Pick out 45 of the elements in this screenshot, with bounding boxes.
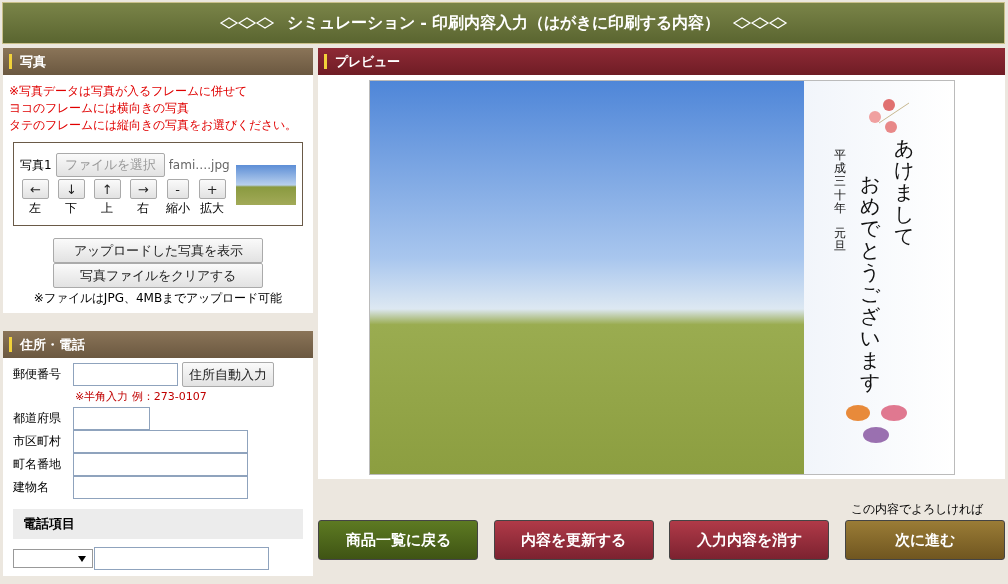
- move-caption: 拡大: [200, 200, 225, 217]
- section-title: プレビュー: [335, 52, 400, 71]
- date-text: 元旦: [833, 226, 846, 254]
- field-label: 建物名: [13, 479, 50, 496]
- section-title: 電話項目: [23, 516, 75, 531]
- address-field[interactable]: [73, 430, 248, 453]
- section-title: 住所・電話: [20, 335, 85, 354]
- upload-note: ※ファイルはJPG、4MBまでアップロード可能: [33, 290, 283, 307]
- ornament-icon: [732, 17, 789, 29]
- auto-address-button[interactable]: 住所自動入力: [182, 362, 274, 387]
- move-caption: 左: [29, 200, 42, 217]
- ornament-icon: [218, 17, 275, 29]
- field-label: 郵便番号: [13, 366, 62, 383]
- section-title: 写真: [20, 52, 46, 71]
- notice-text: タテのフレームには縦向きの写真をお選びください。: [9, 117, 298, 134]
- confirm-note: この内容でよろしければ: [851, 501, 983, 518]
- postal-code-field[interactable]: [73, 363, 178, 386]
- file-name: fami….jpg: [168, 158, 230, 172]
- greeting-text: あけまして: [893, 137, 914, 247]
- photo-action-button[interactable]: アップロードした写真を表示: [53, 238, 263, 263]
- address-field[interactable]: [73, 476, 248, 499]
- select-field[interactable]: [13, 549, 93, 568]
- address-field[interactable]: [73, 407, 150, 430]
- action-button[interactable]: 内容を更新する: [493, 520, 654, 560]
- photo-action-button[interactable]: 写真ファイルをクリアする: [53, 263, 263, 288]
- move-caption: 下: [65, 200, 78, 217]
- photo-thumbnail: [236, 165, 296, 205]
- slot-label: 写真1: [20, 156, 52, 174]
- action-button[interactable]: 商品一覧に戻る: [318, 520, 478, 560]
- move-caption: 縮小: [165, 200, 190, 217]
- input-hint: ※半角入力 例：273-0107: [74, 389, 208, 405]
- action-button[interactable]: 入力内容を消す: [669, 520, 830, 560]
- page-title: シミュレーション - 印刷内容入力（はがきに印刷する内容）: [286, 12, 721, 34]
- move-caption: 右: [137, 200, 150, 217]
- greeting-text: おめでとうございます: [859, 173, 880, 393]
- address-field[interactable]: [73, 453, 248, 476]
- action-button[interactable]: 次に進む: [844, 520, 1005, 560]
- notice-text: ※写真データは写真が入るフレームに併せて: [9, 83, 249, 100]
- field-label: 市区町村: [13, 433, 62, 450]
- phone-field[interactable]: [94, 547, 269, 570]
- field-label: 町名番地: [13, 456, 62, 473]
- move-caption: 上: [101, 200, 114, 217]
- field-label: 都道府県: [13, 410, 62, 427]
- notice-text: ヨコのフレームには横向きの写真: [9, 100, 190, 117]
- date-text: 平成三十年: [833, 149, 846, 215]
